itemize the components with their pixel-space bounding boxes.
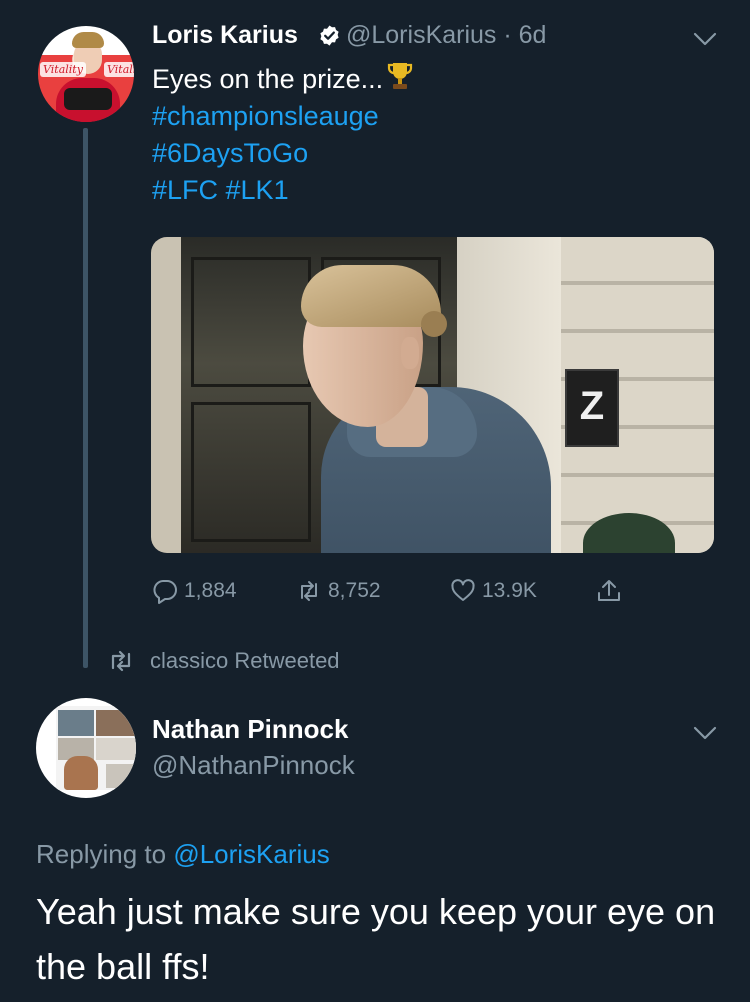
author-name[interactable]: Loris Karius: [152, 18, 298, 52]
photo-person-bun: [421, 311, 447, 337]
retweet-icon: [111, 650, 131, 672]
reply-tweet-text: Yeah just make sure you keep your eye on…: [36, 891, 716, 987]
avatar-brand-right: Vitali: [104, 62, 134, 77]
avatar-collage: [56, 706, 136, 790]
photo-door-pane: [191, 402, 311, 542]
hashtag-lfc-lk1[interactable]: #LFC #LK1: [152, 172, 712, 209]
avatar-collage-tile: [96, 738, 136, 760]
verified-badge-icon: [320, 25, 339, 46]
trophy-icon: [388, 63, 413, 89]
thread-connector-line: [83, 128, 88, 668]
author-avatar[interactable]: Vitality Vitali: [36, 24, 136, 124]
like-icon: [451, 579, 475, 601]
photo-wall: [151, 237, 181, 553]
avatar-collage-tile: [106, 764, 134, 788]
photo-door-pane: [191, 257, 311, 387]
avatar-collage-tile: [58, 710, 94, 736]
tweet-main-text: Eyes on the prize...: [152, 64, 384, 94]
reply-author-avatar[interactable]: [36, 698, 136, 798]
chevron-down-icon[interactable]: [693, 32, 717, 46]
author-handle-timestamp[interactable]: @LorisKarius · 6d: [346, 18, 546, 52]
chevron-down-icon[interactable]: [693, 726, 717, 740]
replying-to: Replying to @LorisKarius: [36, 836, 330, 872]
retweet-icon: [301, 581, 317, 601]
photo-sign: Z: [565, 369, 619, 447]
tweet-text: Eyes on the prize... #championsleauge #6…: [152, 60, 712, 209]
share-icon: [598, 580, 620, 601]
like-button[interactable]: 13.9K: [450, 576, 537, 606]
hashtag-6daystogo[interactable]: #6DaysToGo: [152, 135, 712, 172]
tweet-text-line-1: Eyes on the prize...: [152, 60, 712, 98]
retweet-button[interactable]: 8,752: [296, 576, 381, 606]
reply-count: 1,884: [184, 579, 237, 602]
retweet-count: 8,752: [328, 579, 381, 602]
share-button[interactable]: [596, 576, 628, 606]
avatar-hair: [72, 32, 104, 48]
replying-to-label: Replying to: [36, 839, 174, 869]
photo-person-hair: [301, 265, 441, 327]
retweeted-by-label: classico Retweeted: [150, 648, 340, 673]
reply-button[interactable]: 1,884: [152, 576, 237, 606]
avatar-brand-left: Vitality: [40, 62, 86, 77]
avatar-shirt-detail: [64, 88, 112, 110]
avatar-collage-tile: [96, 710, 136, 736]
like-count: 13.9K: [482, 579, 537, 602]
reply-author-name[interactable]: Nathan Pinnock: [152, 712, 348, 746]
reply-icon: [153, 580, 177, 604]
reply-author-handle[interactable]: @NathanPinnock: [152, 748, 355, 782]
replying-to-mention[interactable]: @LorisKarius: [173, 839, 329, 869]
avatar-person: [64, 756, 98, 790]
tweet-photo[interactable]: Z: [151, 237, 714, 553]
retweeted-notice[interactable]: classico Retweeted: [108, 648, 340, 674]
hashtag-championsleauge[interactable]: #championsleauge: [152, 98, 712, 135]
photo-person-ear: [401, 337, 419, 369]
